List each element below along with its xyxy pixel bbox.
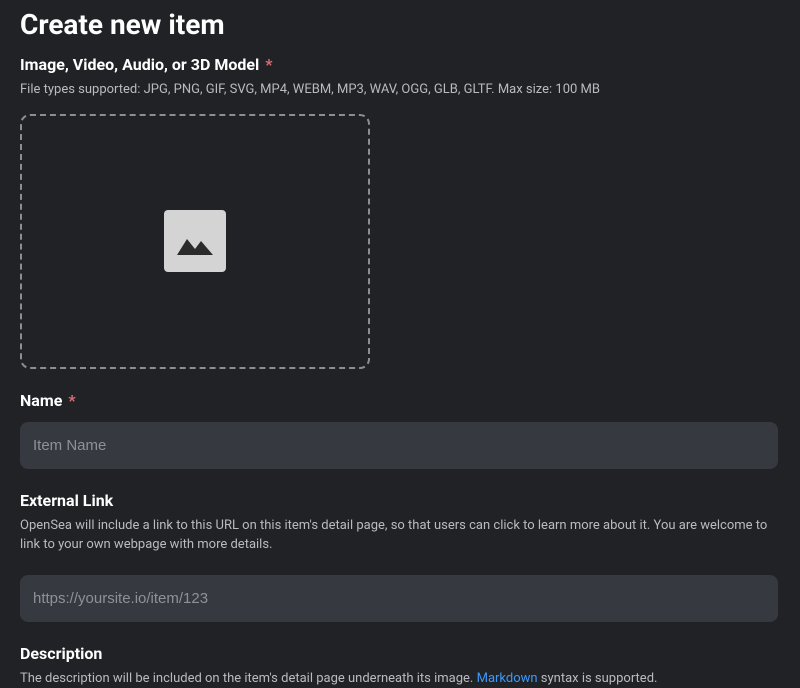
media-hint: File types supported: JPG, PNG, GIF, SVG… <box>20 80 780 100</box>
required-star: * <box>68 391 75 410</box>
external-link-input[interactable] <box>20 575 778 622</box>
media-label: Image, Video, Audio, or 3D Model * <box>20 55 780 74</box>
description-label: Description <box>20 644 780 663</box>
description-hint-prefix: The description will be included on the … <box>20 671 477 686</box>
media-label-text: Image, Video, Audio, or 3D Model <box>20 55 259 74</box>
description-section: Description The description will be incl… <box>20 644 780 688</box>
image-icon <box>164 210 226 272</box>
name-section: Name * <box>20 391 780 469</box>
external-link-section: External Link OpenSea will include a lin… <box>20 491 780 622</box>
name-label: Name * <box>20 391 780 410</box>
description-hint-suffix: syntax is supported. <box>538 671 658 686</box>
media-upload-section: Image, Video, Audio, or 3D Model * File … <box>20 55 780 369</box>
required-star: * <box>265 55 272 74</box>
description-hint: The description will be included on the … <box>20 669 780 688</box>
markdown-link[interactable]: Markdown <box>477 671 538 686</box>
name-label-text: Name <box>20 391 62 410</box>
name-input[interactable] <box>20 422 778 469</box>
external-link-label: External Link <box>20 491 780 510</box>
page-title: Create new item <box>20 8 780 41</box>
media-dropzone[interactable] <box>20 114 370 369</box>
external-link-hint: OpenSea will include a link to this URL … <box>20 516 780 555</box>
